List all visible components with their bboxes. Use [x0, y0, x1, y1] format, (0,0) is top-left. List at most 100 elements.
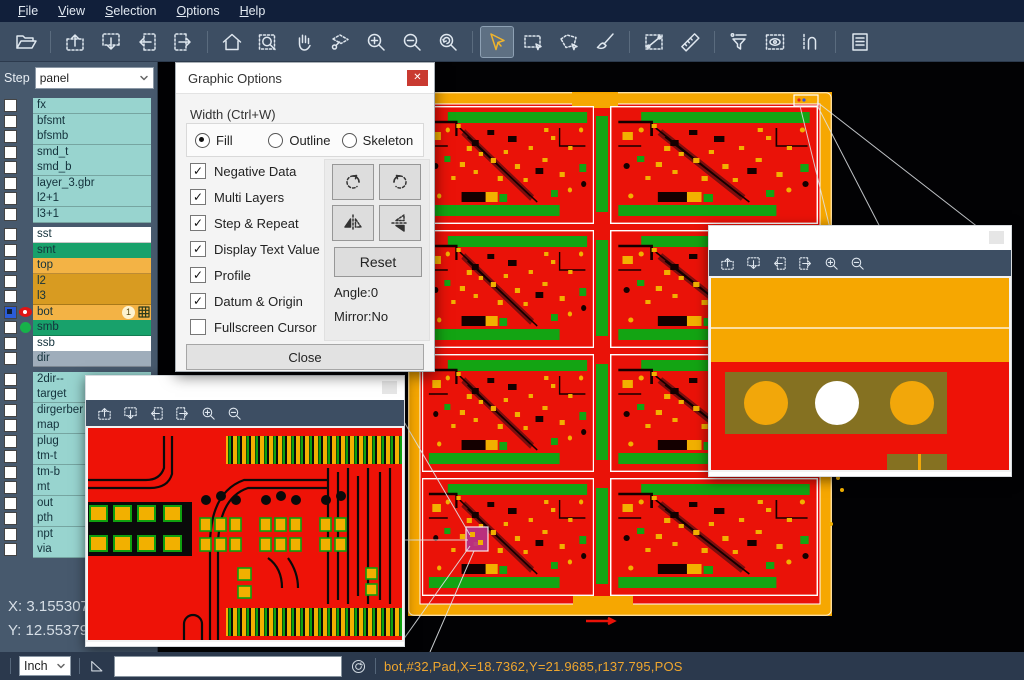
layer-checkbox[interactable] [4, 146, 17, 159]
window-button[interactable] [989, 231, 1004, 244]
layer-checkbox[interactable] [4, 337, 17, 350]
layer-row[interactable]: smt [0, 243, 157, 259]
close-button[interactable]: Close [186, 344, 424, 370]
trace-mode-button[interactable] [795, 27, 827, 57]
zoom-home-button[interactable] [216, 27, 248, 57]
layer-checkbox[interactable] [4, 130, 17, 143]
refresh-icon[interactable] [350, 658, 367, 675]
view-options-button[interactable] [759, 27, 791, 57]
layer-checkbox[interactable] [4, 512, 17, 525]
zoom-window-button[interactable] [252, 27, 284, 57]
rotate-ccw-button[interactable] [379, 164, 421, 200]
layer-checkbox[interactable] [4, 373, 17, 386]
layer-checkbox[interactable] [4, 161, 17, 174]
pan-hand-button[interactable] [288, 27, 320, 57]
layer-checkbox[interactable] [4, 481, 17, 494]
layer-checkbox[interactable] [4, 388, 17, 401]
report-button[interactable] [844, 27, 876, 57]
checkbox-negative-data[interactable]: ✓Negative Data [190, 163, 296, 179]
checkbox-datum-origin[interactable]: ✓Datum & Origin [190, 293, 303, 309]
pan-right-icon[interactable] [797, 255, 814, 272]
layer-row[interactable]: smd_t [0, 145, 157, 161]
menu-view[interactable]: View [48, 2, 95, 20]
select-cursor-button[interactable] [481, 27, 513, 57]
reset-button[interactable]: Reset [334, 247, 422, 277]
unit-select[interactable]: Inch [19, 656, 71, 676]
checkbox-fullscreen-cursor[interactable]: Fullscreen Cursor [190, 319, 317, 335]
layer-row[interactable]: top [0, 258, 157, 274]
magnifier-window-right[interactable] [708, 225, 1012, 477]
select-polygon-button[interactable] [553, 27, 585, 57]
layer-checkbox[interactable] [4, 177, 17, 190]
pan-left-button[interactable] [131, 27, 163, 57]
menu-file[interactable]: File [8, 2, 48, 20]
select-rectangle-button[interactable] [517, 27, 549, 57]
layer-row[interactable]: l3 [0, 289, 157, 305]
checkbox-multi-layers[interactable]: ✓Multi Layers [190, 189, 284, 205]
pan-up-button[interactable] [59, 27, 91, 57]
zoom-previous-button[interactable] [432, 27, 464, 57]
layer-checkbox[interactable] [4, 208, 17, 221]
zoom-in-icon[interactable] [823, 255, 840, 272]
zoom-in-button[interactable] [360, 27, 392, 57]
layer-checkbox[interactable] [4, 99, 17, 112]
zoom-in-icon[interactable] [200, 405, 217, 422]
layer-checkbox[interactable] [4, 259, 17, 272]
layer-checkbox[interactable] [4, 450, 17, 463]
zoom-polygon-button[interactable] [324, 27, 356, 57]
layer-row-smb[interactable]: smb [0, 320, 157, 336]
checkbox-profile[interactable]: ✓Profile [190, 267, 251, 283]
close-icon[interactable]: ✕ [407, 70, 428, 86]
layer-row[interactable]: l2 [0, 274, 157, 290]
layer-checkbox[interactable] [4, 528, 17, 541]
layer-row[interactable]: dir [0, 351, 157, 367]
magnifier-titlebar[interactable] [86, 376, 404, 400]
zoom-out-icon[interactable] [226, 405, 243, 422]
pan-right-icon[interactable] [174, 405, 191, 422]
measure-distance-button[interactable] [638, 27, 670, 57]
layer-checkbox[interactable] [4, 244, 17, 257]
magnifier-titlebar[interactable] [709, 226, 1011, 250]
pan-down-button[interactable] [95, 27, 127, 57]
layer-checkbox[interactable] [4, 543, 17, 556]
dialog-titlebar[interactable]: Graphic Options ✕ [176, 63, 434, 94]
layer-row[interactable]: smd_b [0, 160, 157, 176]
radio-outline[interactable]: Outline [268, 133, 341, 148]
brush-button[interactable] [589, 27, 621, 57]
layer-checkbox[interactable] [4, 192, 17, 205]
layer-row[interactable]: l2+1 [0, 191, 157, 207]
radio-skeleton[interactable]: Skeleton [342, 133, 415, 148]
pan-up-icon[interactable] [719, 255, 736, 272]
layer-row[interactable]: bfsmt [0, 114, 157, 130]
layer-checkbox[interactable] [4, 321, 17, 334]
mirror-vertical-button[interactable] [379, 205, 421, 241]
layer-row[interactable]: ssb [0, 336, 157, 352]
magnifier-window-left[interactable] [85, 375, 405, 647]
layer-checkbox[interactable] [4, 466, 17, 479]
checkbox-display-text-value[interactable]: ✓Display Text Value [190, 241, 320, 257]
pan-up-icon[interactable] [96, 405, 113, 422]
graphic-options-dialog[interactable]: Graphic Options ✕ Width (Ctrl+W) Fill Ou… [175, 62, 435, 372]
command-input[interactable] [114, 656, 342, 677]
menu-selection[interactable]: Selection [95, 2, 166, 20]
pan-down-icon[interactable] [122, 405, 139, 422]
filter-button[interactable] [723, 27, 755, 57]
zoom-out-button[interactable] [396, 27, 428, 57]
radio-fill[interactable]: Fill [195, 133, 268, 148]
rotate-cw-button[interactable] [332, 164, 374, 200]
snap-corner-icon[interactable] [88, 657, 106, 675]
layer-checkbox-checked[interactable] [4, 306, 17, 319]
layer-checkbox[interactable] [4, 419, 17, 432]
zoom-out-icon[interactable] [849, 255, 866, 272]
window-button[interactable] [382, 381, 397, 394]
step-repeat-grid-icon[interactable] [138, 306, 150, 318]
menu-options[interactable]: Options [166, 2, 229, 20]
pan-left-icon[interactable] [148, 405, 165, 422]
layer-checkbox[interactable] [4, 352, 17, 365]
ruler-button[interactable] [674, 27, 706, 57]
layer-row[interactable]: fx [0, 98, 157, 114]
layer-checkbox[interactable] [4, 435, 17, 448]
layer-checkbox[interactable] [4, 275, 17, 288]
layer-checkbox[interactable] [4, 404, 17, 417]
layer-checkbox[interactable] [4, 115, 17, 128]
